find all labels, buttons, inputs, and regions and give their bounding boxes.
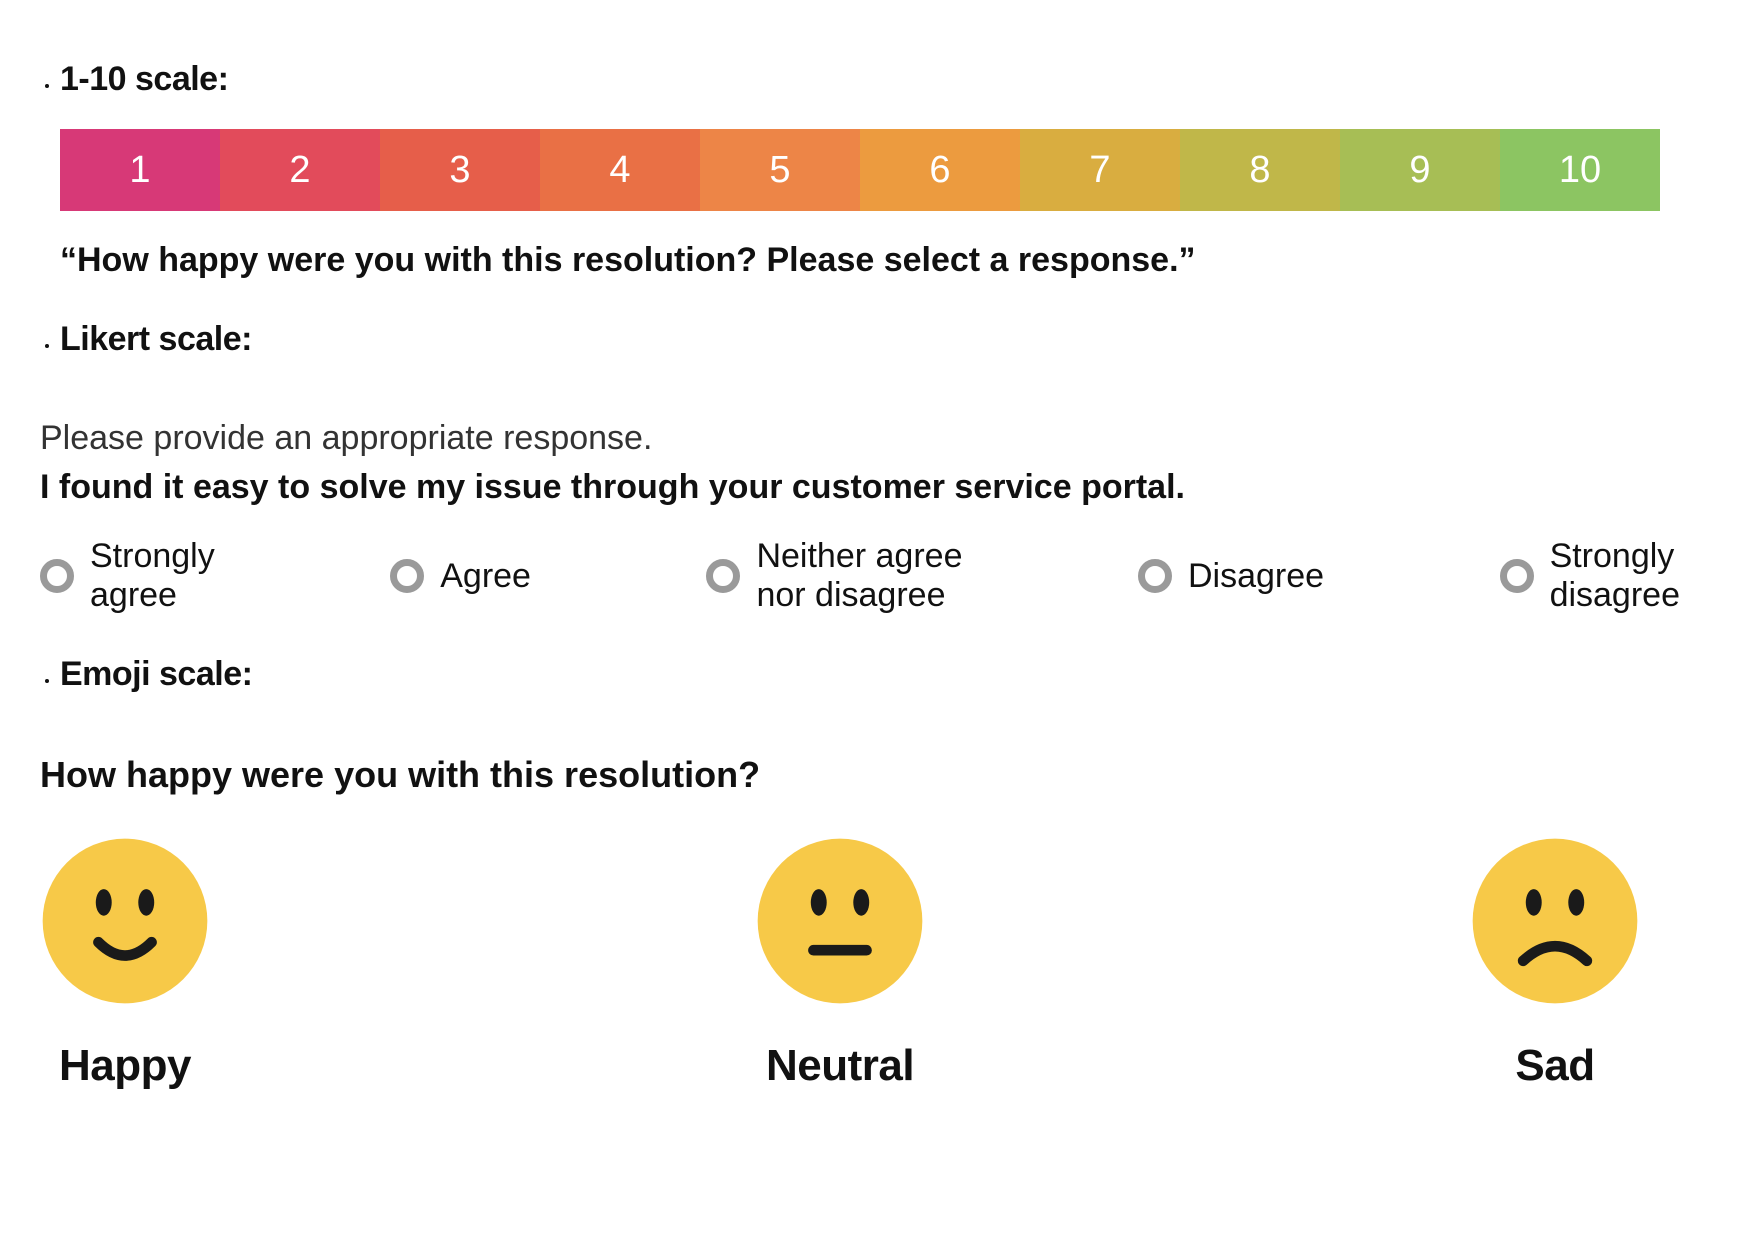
likert-option-label: Stronglydisagree: [1550, 537, 1680, 615]
neutral-face-icon: [755, 836, 925, 1011]
emoji-option-label: Happy: [59, 1041, 191, 1091]
section-heading-scale10: 1-10 scale:: [60, 60, 228, 98]
sad-face-icon: [1470, 836, 1640, 1011]
emoji-question: How happy were you with this resolution?: [40, 754, 1740, 796]
radio-icon: [1500, 559, 1534, 593]
scale-cell-label: 1: [129, 149, 150, 192]
scale-cell-label: 9: [1409, 149, 1430, 192]
likert-option[interactable]: Stronglyagree: [40, 537, 215, 615]
scale-cell-6[interactable]: 6: [860, 129, 1020, 211]
likert-option[interactable]: Agree: [390, 557, 531, 596]
scale-cell-label: 8: [1249, 149, 1270, 192]
scale-cell-label: 2: [289, 149, 310, 192]
emoji-options-row: Happy Neutral Sad: [40, 836, 1640, 1091]
emoji-option-sad[interactable]: Sad: [1470, 836, 1640, 1091]
likert-option-label: Disagree: [1188, 557, 1324, 596]
scale-cell-8[interactable]: 8: [1180, 129, 1340, 211]
likert-statement: I found it easy to solve my issue throug…: [40, 468, 1740, 507]
emoji-option-happy[interactable]: Happy: [40, 836, 210, 1091]
radio-icon: [1138, 559, 1172, 593]
scale-cell-9[interactable]: 9: [1340, 129, 1500, 211]
likert-option[interactable]: Neither agreenor disagree: [706, 537, 962, 615]
scale-cell-label: 7: [1089, 149, 1110, 192]
happy-face-icon: [40, 836, 210, 1011]
scale-cell-label: 4: [609, 149, 630, 192]
radio-icon: [40, 559, 74, 593]
likert-lead-text: Please provide an appropriate response.: [40, 419, 1740, 458]
section-heading-emoji: Emoji scale:: [60, 655, 252, 693]
likert-option[interactable]: Stronglydisagree: [1500, 537, 1680, 615]
likert-option[interactable]: Disagree: [1138, 557, 1324, 596]
likert-option-label: Stronglyagree: [90, 537, 215, 615]
scale-1-10: 1 2 3 4 5 6 7 8 9 10: [60, 129, 1660, 211]
likert-option-label: Neither agreenor disagree: [756, 537, 962, 615]
scale-cell-label: 10: [1559, 149, 1601, 192]
scale-cell-3[interactable]: 3: [380, 129, 540, 211]
scale-cell-10[interactable]: 10: [1500, 129, 1660, 211]
scale-cell-5[interactable]: 5: [700, 129, 860, 211]
emoji-option-label: Sad: [1515, 1041, 1594, 1091]
scale-prompt: “How happy were you with this resolution…: [60, 241, 1670, 280]
scale-cell-label: 5: [769, 149, 790, 192]
radio-icon: [390, 559, 424, 593]
emoji-option-label: Neutral: [766, 1041, 914, 1091]
scale-cell-label: 6: [929, 149, 950, 192]
scale-cell-2[interactable]: 2: [220, 129, 380, 211]
likert-options-row: Stronglyagree Agree Neither agreenor disag…: [40, 537, 1680, 615]
scale-cell-label: 3: [449, 149, 470, 192]
section-heading-likert: Likert scale:: [60, 320, 252, 358]
radio-icon: [706, 559, 740, 593]
scale-cell-4[interactable]: 4: [540, 129, 700, 211]
likert-option-label: Agree: [440, 557, 531, 596]
emoji-option-neutral[interactable]: Neutral: [755, 836, 925, 1091]
scale-cell-1[interactable]: 1: [60, 129, 220, 211]
scale-cell-7[interactable]: 7: [1020, 129, 1180, 211]
